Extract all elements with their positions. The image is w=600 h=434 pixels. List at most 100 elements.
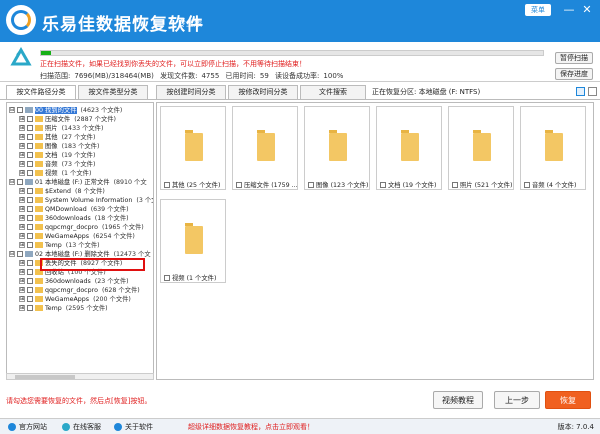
expand-icon[interactable]: ⊞: [19, 188, 25, 194]
about-link[interactable]: 关于软件: [114, 422, 153, 432]
expand-icon[interactable]: ⊟: [9, 107, 15, 113]
folder-card[interactable]: 压缩文件 (1759 ...: [232, 106, 298, 190]
row-checkbox[interactable]: [27, 287, 33, 293]
expand-icon[interactable]: ⊞: [19, 296, 25, 302]
support-link[interactable]: 在线客服: [62, 422, 101, 432]
tree-row[interactable]: ⊞ System Volume Information(3 个文: [19, 196, 153, 205]
tab-by-path[interactable]: 按文件路径分类: [6, 85, 76, 99]
tree-row[interactable]: ⊞ 360downloads (23 个文件): [19, 277, 129, 286]
tutorial-promo-link[interactable]: 超级详细数据恢复教程，点击立即观看！: [188, 422, 314, 432]
tree-row[interactable]: ⊟ 01 本地磁盘 (F:) 正常文件 (8910 个文: [9, 178, 147, 187]
tree-row[interactable]: ⊞ 照片 (1433 个文件): [19, 124, 103, 133]
expand-icon[interactable]: ⊞: [19, 143, 25, 149]
folder-card[interactable]: 照片 (521 个文件): [448, 106, 514, 190]
list-view-icon[interactable]: [588, 87, 597, 96]
row-checkbox[interactable]: [27, 242, 33, 248]
card-checkbox[interactable]: [524, 182, 530, 188]
tree-row[interactable]: ⊞ WeGameApps (6254 个文件): [19, 232, 135, 241]
row-checkbox[interactable]: [27, 188, 33, 194]
tree-row[interactable]: ⊞ qqpcmgr_docpro (628 个文件): [19, 286, 140, 295]
tree-row[interactable]: ⊞ 文档 (19 个文件): [19, 151, 95, 160]
tab-file-search[interactable]: 文件搜索: [300, 85, 366, 99]
tree-row[interactable]: ⊞ 图像 (183 个文件): [19, 142, 99, 151]
expand-icon[interactable]: ⊞: [19, 134, 25, 140]
expand-icon[interactable]: ⊞: [19, 152, 25, 158]
pause-scan-button[interactable]: 暂停扫描: [555, 52, 593, 64]
expand-icon[interactable]: ⊞: [19, 287, 25, 293]
row-checkbox[interactable]: [27, 269, 33, 275]
row-checkbox[interactable]: [27, 215, 33, 221]
expand-icon[interactable]: ⊞: [19, 233, 25, 239]
row-checkbox[interactable]: [27, 161, 33, 167]
row-checkbox[interactable]: [27, 116, 33, 122]
row-checkbox[interactable]: [27, 224, 33, 230]
minimize-icon[interactable]: —: [562, 3, 576, 17]
expand-icon[interactable]: ⊞: [19, 269, 25, 275]
tree-row[interactable]: ⊞ $Extend (8 个文件): [19, 187, 105, 196]
row-checkbox[interactable]: [27, 170, 33, 176]
expand-icon[interactable]: ⊞: [19, 197, 25, 203]
tree-row[interactable]: ⊞ WeGameApps (200 个文件): [19, 295, 131, 304]
expand-icon[interactable]: ⊞: [19, 161, 25, 167]
expand-icon[interactable]: ⊟: [9, 179, 15, 185]
expand-icon[interactable]: ⊞: [19, 215, 25, 221]
folder-card[interactable]: 音频 (4 个文件): [520, 106, 586, 190]
recover-button[interactable]: 恢复: [545, 391, 591, 409]
row-checkbox[interactable]: [27, 143, 33, 149]
expand-icon[interactable]: ⊞: [19, 125, 25, 131]
grid-view-icon[interactable]: [576, 87, 585, 96]
row-checkbox[interactable]: [17, 251, 23, 257]
expand-icon[interactable]: ⊞: [19, 170, 25, 176]
row-checkbox[interactable]: [27, 125, 33, 131]
folder-card[interactable]: 文档 (19 个文件): [376, 106, 442, 190]
tree-scrollbar[interactable]: [6, 373, 154, 380]
card-checkbox[interactable]: [452, 182, 458, 188]
tree-row[interactable]: ⊞ 视频 (1 个文件): [19, 169, 91, 178]
card-checkbox[interactable]: [164, 182, 170, 188]
tree-row[interactable]: ⊟ 00 找到的文件 (4623 个文件): [9, 106, 122, 115]
menu-button[interactable]: 菜单: [525, 4, 551, 16]
folder-card[interactable]: 其他 (25 个文件): [160, 106, 226, 190]
card-checkbox[interactable]: [164, 275, 170, 281]
row-checkbox[interactable]: [27, 260, 33, 266]
row-checkbox[interactable]: [27, 305, 33, 311]
tree-row[interactable]: ⊞ 360downloads (18 个文件): [19, 214, 129, 223]
expand-icon[interactable]: ⊞: [19, 206, 25, 212]
tree-row[interactable]: ⊞ 音频 (73 个文件): [19, 160, 95, 169]
video-tutorial-button[interactable]: 视频教程: [433, 391, 483, 409]
close-icon[interactable]: ✕: [580, 3, 594, 17]
folder-card[interactable]: 图像 (123 个文件): [304, 106, 370, 190]
tree-row[interactable]: ⊞ Temp (13 个文件): [19, 241, 100, 250]
expand-icon[interactable]: ⊞: [19, 260, 25, 266]
save-progress-button[interactable]: 保存进度: [555, 68, 593, 80]
card-checkbox[interactable]: [380, 182, 386, 188]
tree-row[interactable]: ⊞ 压缩文件 (2887 个文件): [19, 115, 116, 124]
tree-row[interactable]: ⊞ QMDownload (639 个文件): [19, 205, 129, 214]
tab-by-created[interactable]: 按创建时间分类: [156, 85, 226, 99]
row-checkbox[interactable]: [27, 197, 33, 203]
previous-step-button[interactable]: 上一步: [494, 391, 540, 409]
row-checkbox[interactable]: [17, 107, 23, 113]
row-checkbox[interactable]: [17, 179, 23, 185]
card-checkbox[interactable]: [308, 182, 314, 188]
row-checkbox[interactable]: [27, 152, 33, 158]
row-checkbox[interactable]: [27, 278, 33, 284]
tree-row[interactable]: ⊞ qqpcmgr_docpro (1965 个文件): [19, 223, 144, 232]
expand-icon[interactable]: ⊞: [19, 116, 25, 122]
row-checkbox[interactable]: [27, 206, 33, 212]
folder-card[interactable]: 视频 (1 个文件): [160, 199, 226, 283]
expand-icon[interactable]: ⊞: [19, 242, 25, 248]
official-site-link[interactable]: 官方网站: [8, 422, 47, 432]
tab-by-modified[interactable]: 按修改时间分类: [228, 85, 298, 99]
tree-row[interactable]: ⊞ Temp (2595 个文件): [19, 304, 108, 313]
expand-icon[interactable]: ⊞: [19, 305, 25, 311]
row-checkbox[interactable]: [27, 296, 33, 302]
tree-row[interactable]: ⊞ 其他 (27 个文件): [19, 133, 95, 142]
row-checkbox[interactable]: [27, 233, 33, 239]
expand-icon[interactable]: ⊟: [9, 251, 15, 257]
tab-by-type[interactable]: 按文件类型分类: [78, 85, 148, 99]
card-checkbox[interactable]: [236, 182, 242, 188]
expand-icon[interactable]: ⊞: [19, 278, 25, 284]
row-checkbox[interactable]: [27, 134, 33, 140]
expand-icon[interactable]: ⊞: [19, 224, 25, 230]
